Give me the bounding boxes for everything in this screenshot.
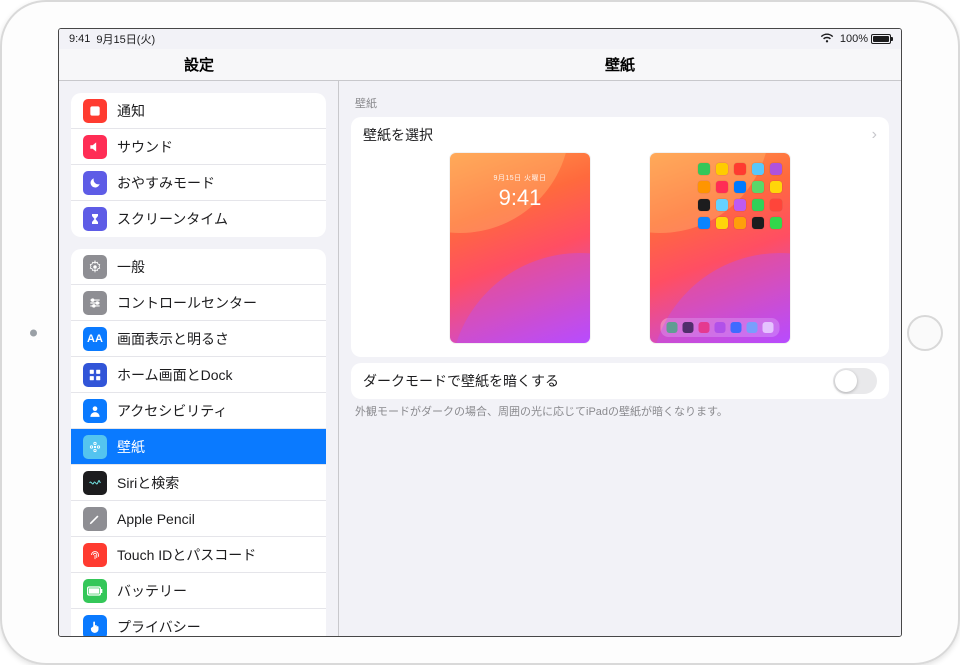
ipad-frame: 9:41 9月15日(火) 100% 設定 壁紙 通知サウンドおやすみモードスク…: [0, 0, 960, 665]
sidebar-item-label: プライバシー: [117, 617, 314, 636]
sidebar-item-item-1-2[interactable]: AA 画面表示と明るさ: [71, 321, 326, 357]
siri-icon: [83, 471, 107, 495]
chevron-right-icon: ›: [872, 126, 877, 144]
status-date: 9月15日(火): [96, 31, 155, 47]
hand-icon: [83, 615, 107, 636]
sidebar-item-item-1-1[interactable]: コントロールセンター: [71, 285, 326, 321]
sidebar-item-item-0-0[interactable]: 通知: [71, 93, 326, 129]
sidebar-item-touch-id[interactable]: Touch IDとパスコード: [71, 537, 326, 573]
sidebar-item-apple-pencil[interactable]: Apple Pencil: [71, 501, 326, 537]
bell-icon: [83, 99, 107, 123]
wifi-icon: [820, 33, 834, 46]
dark-dimming-cell[interactable]: ダークモードで壁紙を暗くする: [351, 363, 889, 399]
status-bar: 9:41 9月15日(火) 100%: [59, 29, 901, 49]
flower-icon: [83, 435, 107, 459]
sidebar-item-label: スクリーンタイム: [117, 209, 314, 229]
sidebar-item-dock[interactable]: ホーム画面とDock: [71, 357, 326, 393]
battery-icon: [83, 579, 107, 603]
sidebar-item-item-0-1[interactable]: サウンド: [71, 129, 326, 165]
homescreen-app-grid: [698, 163, 782, 229]
wallpaper-main: 壁紙 壁紙を選択 › 9月15日 火曜日 9:41: [339, 81, 901, 636]
sidebar-item-label: 画面表示と明るさ: [117, 329, 314, 349]
dark-dimming-footer: 外観モードがダークの場合、周囲の光に応じてiPadの壁紙が暗くなります。: [355, 405, 885, 420]
status-time: 9:41: [69, 33, 90, 45]
dark-dimming-group: ダークモードで壁紙を暗くする: [351, 363, 889, 399]
sidebar-item-item-0-3[interactable]: スクリーンタイム: [71, 201, 326, 237]
sidebar-item-item-1-4[interactable]: アクセシビリティ: [71, 393, 326, 429]
choose-wallpaper-label: 壁紙を選択: [363, 125, 872, 145]
sidebar-item-label: 通知: [117, 101, 314, 121]
sidebar-item-item-1-9[interactable]: バッテリー: [71, 573, 326, 609]
lockscreen-date: 9月15日 火曜日: [450, 173, 590, 183]
sidebar-item-label: 一般: [117, 257, 314, 277]
AA-icon: AA: [83, 327, 107, 351]
camera-dot: [30, 329, 37, 336]
pencil-icon: [83, 507, 107, 531]
sidebar-item-label: コントロールセンター: [117, 293, 314, 313]
section-header-wallpaper: 壁紙: [355, 95, 885, 111]
moon-icon: [83, 171, 107, 195]
person-icon: [83, 399, 107, 423]
battery-percent: 100%: [840, 33, 868, 45]
main-title: 壁紙: [339, 49, 901, 81]
battery-indicator: 100%: [840, 33, 891, 45]
sidebar-item-item-0-2[interactable]: おやすみモード: [71, 165, 326, 201]
sidebar-group: 一般コントロールセンター AA 画面表示と明るさホーム画面とDock アクセシビリティ…: [71, 249, 326, 636]
sliders-icon: [83, 291, 107, 315]
settings-sidebar[interactable]: 通知サウンドおやすみモードスクリーンタイム一般コントロールセンター AA 画面表示と…: [59, 81, 339, 636]
sidebar-item-item-1-10[interactable]: プライバシー: [71, 609, 326, 636]
sidebar-item-siri[interactable]: Siriと検索: [71, 465, 326, 501]
sidebar-title: 設定: [59, 49, 339, 81]
sidebar-item-label: アクセシビリティ: [117, 401, 314, 421]
sidebar-item-label: サウンド: [117, 137, 314, 157]
sidebar-item-label: Touch IDとパスコード: [117, 545, 314, 565]
speaker-icon: [83, 135, 107, 159]
sidebar-item-label: バッテリー: [117, 581, 314, 601]
title-bars: 設定 壁紙: [59, 49, 901, 81]
sidebar-item-label: Apple Pencil: [117, 511, 314, 527]
gear-icon: [83, 255, 107, 279]
dark-dimming-toggle[interactable]: [833, 368, 877, 394]
sidebar-item-item-1-5[interactable]: 壁紙: [71, 429, 326, 465]
dark-dimming-label: ダークモードで壁紙を暗くする: [363, 371, 833, 391]
sidebar-item-label: 壁紙: [117, 437, 314, 457]
sidebar-item-item-1-0[interactable]: 一般: [71, 249, 326, 285]
choose-wallpaper-group: 壁紙を選択 › 9月15日 火曜日 9:41: [351, 117, 889, 357]
sidebar-group: 通知サウンドおやすみモードスクリーンタイム: [71, 93, 326, 237]
touchid-icon: [83, 543, 107, 567]
choose-wallpaper-cell[interactable]: 壁紙を選択 › 9月15日 火曜日 9:41: [351, 117, 889, 357]
homescreen-preview[interactable]: [650, 153, 790, 343]
homescreen-dock: [661, 318, 780, 337]
wallpaper-previews: 9月15日 火曜日 9:41: [363, 153, 877, 343]
grid-icon: [83, 363, 107, 387]
screen: 9:41 9月15日(火) 100% 設定 壁紙 通知サウンドおやすみモードスク…: [58, 28, 902, 637]
lockscreen-preview[interactable]: 9月15日 火曜日 9:41: [450, 153, 590, 343]
sidebar-item-label: Siriと検索: [117, 473, 314, 493]
lockscreen-time: 9:41: [450, 185, 590, 211]
sidebar-item-label: ホーム画面とDock: [117, 365, 314, 385]
hourglass-icon: [83, 207, 107, 231]
home-button[interactable]: [907, 315, 943, 351]
sidebar-item-label: おやすみモード: [117, 173, 314, 193]
